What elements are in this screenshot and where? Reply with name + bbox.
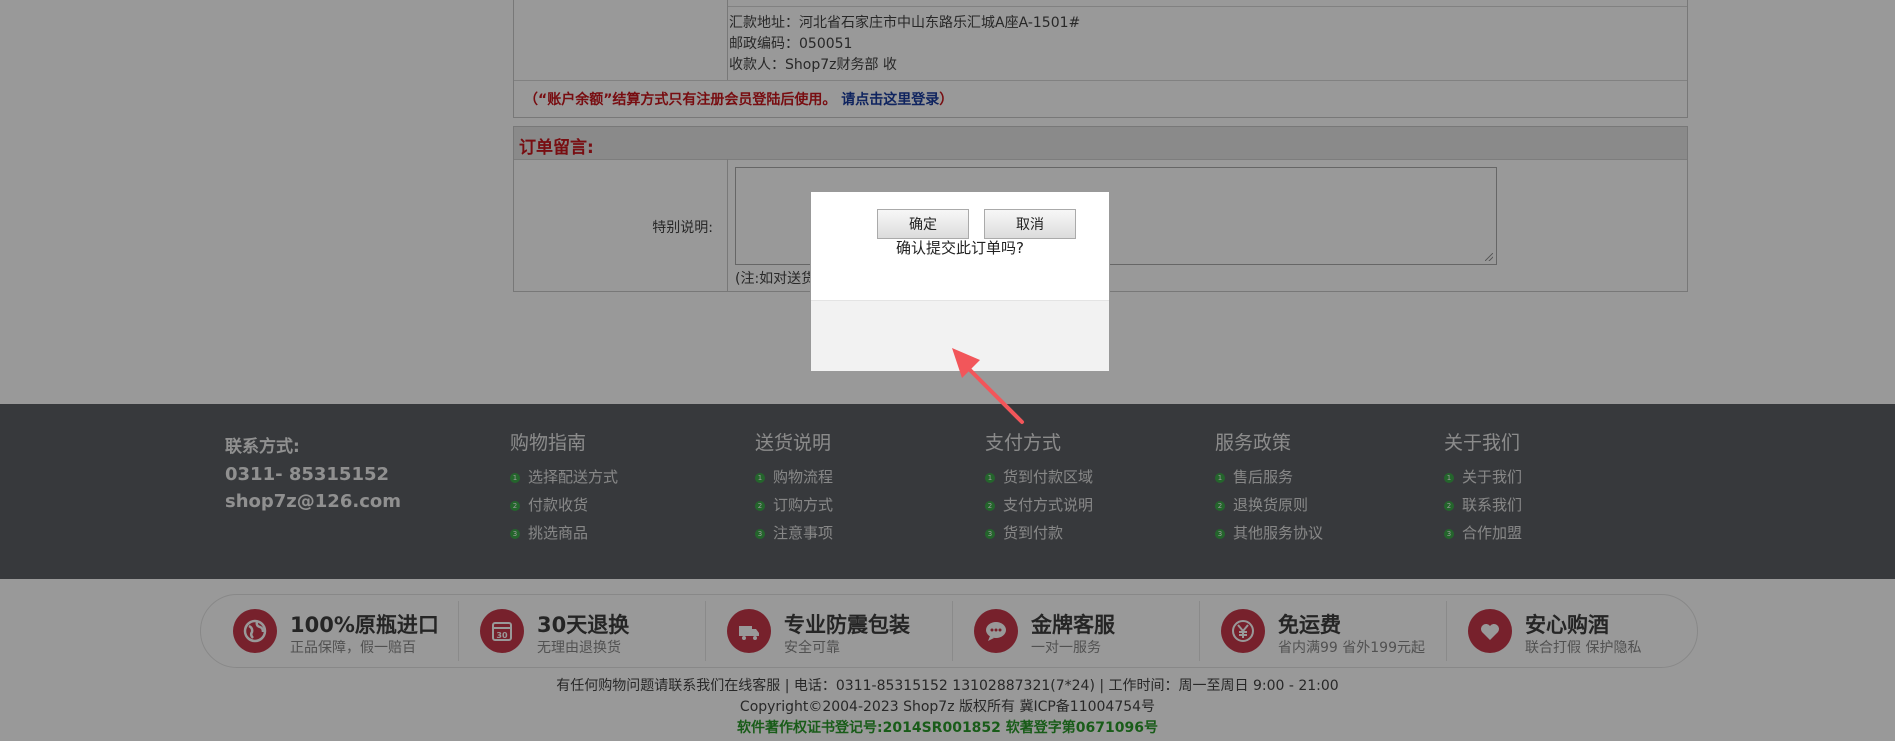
dialog-message: 确认提交此订单吗? bbox=[896, 239, 1024, 257]
confirm-button[interactable]: 确定 bbox=[877, 209, 969, 239]
pointer-arrow-icon bbox=[952, 348, 1024, 424]
cancel-button[interactable]: 取消 bbox=[984, 209, 1076, 239]
